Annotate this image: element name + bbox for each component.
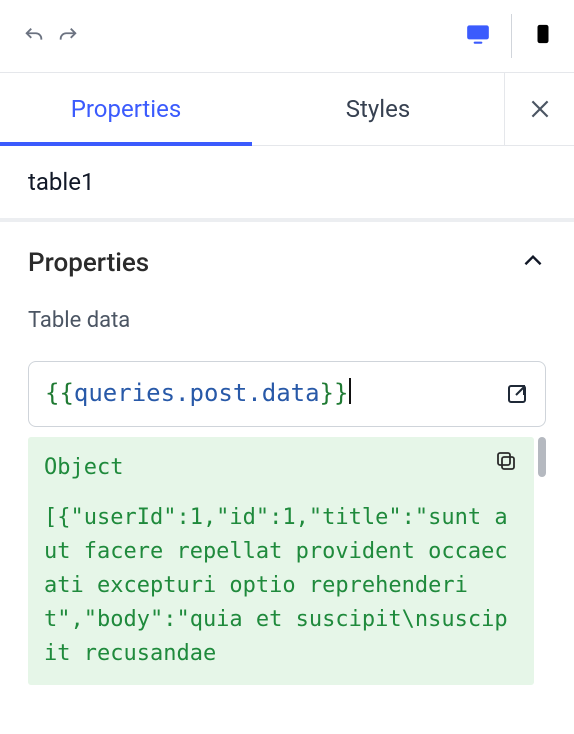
device-switcher	[465, 14, 554, 58]
tab-styles[interactable]: Styles	[252, 73, 504, 145]
properties-section: Properties Table data {{queries.post.dat…	[0, 222, 574, 427]
scroll-thumb[interactable]	[538, 437, 546, 477]
inspector-tabs: Properties Styles	[0, 73, 574, 146]
expression-text: {{queries.post.data}}	[45, 379, 351, 407]
desktop-icon[interactable]	[465, 21, 491, 51]
tab-properties[interactable]: Properties	[0, 73, 252, 145]
preview-scrollbar[interactable]	[536, 437, 546, 686]
expand-editor-icon[interactable]	[503, 380, 531, 408]
copy-icon[interactable]	[494, 449, 520, 475]
redo-icon[interactable]	[54, 22, 82, 50]
component-name-input[interactable]: table1	[0, 146, 574, 222]
evaluation-preview: Object [{"userId":1,"id":1,"title":"sunt…	[28, 437, 546, 686]
section-title: Properties	[28, 248, 149, 278]
table-data-input[interactable]: {{queries.post.data}}	[28, 361, 546, 427]
table-data-label: Table data	[28, 308, 546, 333]
chevron-up-icon[interactable]	[520, 248, 546, 278]
preview-body: [{"userId":1,"id":1,"title":"sunt aut fa…	[44, 501, 518, 671]
close-icon	[527, 96, 553, 122]
mobile-icon[interactable]	[532, 20, 554, 52]
preview-type-label: Object	[44, 451, 518, 485]
undo-icon[interactable]	[20, 22, 48, 50]
top-toolbar	[0, 0, 574, 73]
undo-redo-group	[20, 22, 82, 50]
divider	[511, 14, 512, 58]
section-header[interactable]: Properties	[28, 248, 546, 278]
preview-box: Object [{"userId":1,"id":1,"title":"sunt…	[28, 437, 534, 686]
close-panel-button[interactable]	[504, 73, 574, 145]
text-caret	[349, 378, 351, 404]
